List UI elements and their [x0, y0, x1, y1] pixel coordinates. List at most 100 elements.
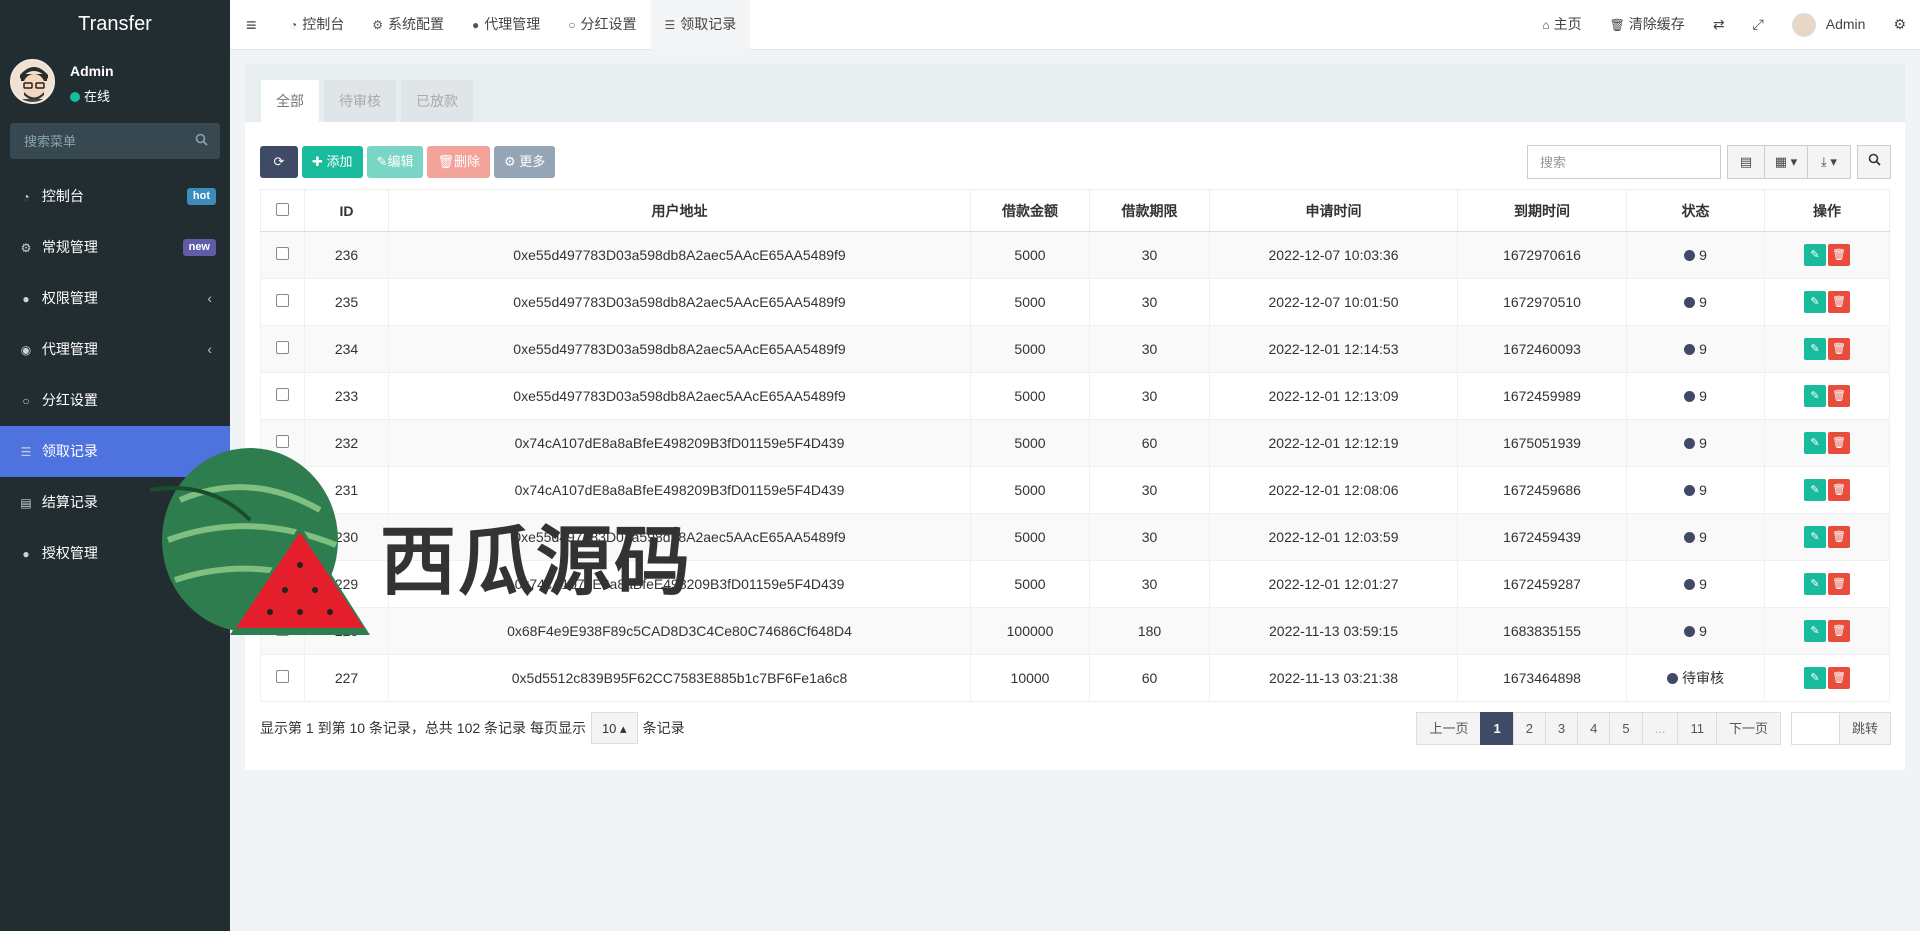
row-checkbox[interactable]: [276, 294, 289, 307]
page-jump-input[interactable]: [1790, 712, 1840, 745]
page-jump-button[interactable]: 跳转: [1838, 712, 1891, 745]
edit-row-button[interactable]: ✎: [1804, 291, 1826, 313]
select-all-checkbox[interactable]: [276, 202, 289, 216]
sidebar-item-authorization[interactable]: ● 授权管理: [0, 528, 230, 579]
tab-claims[interactable]: ☰ 领取记录: [650, 0, 751, 50]
delete-row-button[interactable]: 🗑: [1828, 385, 1850, 407]
col-due-time[interactable]: 到期时间: [1457, 189, 1627, 232]
tab-system-config[interactable]: ⚙ 系统配置: [358, 0, 458, 50]
row-checkbox[interactable]: [276, 529, 289, 542]
col-status[interactable]: 状态: [1626, 189, 1765, 232]
tab-agents[interactable]: ● 代理管理: [458, 0, 554, 50]
col-amount[interactable]: 借款金额: [970, 189, 1090, 232]
cell-id: 236: [304, 231, 389, 279]
page-button[interactable]: 2: [1512, 712, 1546, 745]
cell-actions: ✎ 🗑: [1764, 278, 1890, 326]
prev-page-button[interactable]: 上一页: [1416, 712, 1482, 745]
row-checkbox[interactable]: [276, 247, 289, 260]
table-row[interactable]: 229 0x74cA107dE8a8aBfeE498209B3fD01159e5F…: [260, 560, 1890, 608]
table-row[interactable]: 227 0x5d5512c839B95F62CC7583E885b1c7BF6Fe…: [260, 654, 1890, 702]
col-apply-time[interactable]: 申请时间: [1209, 189, 1458, 232]
edit-button[interactable]: ✎编辑: [366, 146, 424, 178]
table-row[interactable]: 236 0xe55d497783D03a598db8A2aec5AAcE65AA5…: [260, 231, 1890, 279]
tab-pending[interactable]: 待审核: [324, 80, 396, 122]
delete-button[interactable]: 🗑删除: [427, 146, 490, 178]
page-size-select[interactable]: 10 ▴: [590, 712, 638, 744]
tab-dividend[interactable]: ○ 分红设置: [554, 0, 650, 50]
sidebar-item-dashboard[interactable]: ◔ 控制台 hot: [0, 171, 230, 222]
edit-row-button[interactable]: ✎: [1804, 573, 1826, 595]
edit-row-button[interactable]: ✎: [1804, 526, 1826, 548]
row-checkbox[interactable]: [276, 623, 289, 636]
edit-row-button[interactable]: ✎: [1804, 244, 1826, 266]
delete-row-button[interactable]: 🗑: [1828, 291, 1850, 313]
edit-row-button[interactable]: ✎: [1804, 479, 1826, 501]
cell-due-time: 1672459989: [1457, 372, 1627, 420]
edit-row-button[interactable]: ✎: [1804, 385, 1826, 407]
row-checkbox[interactable]: [276, 341, 289, 354]
cell-status: 9: [1626, 560, 1765, 608]
sidebar-item-general[interactable]: ⚙ 常规管理 new: [0, 222, 230, 273]
user-menu[interactable]: Admin: [1778, 0, 1880, 50]
sidebar-item-agents[interactable]: ◉ 代理管理 ‹: [0, 324, 230, 375]
refresh-button[interactable]: ⟳: [260, 146, 298, 178]
tab-dashboard[interactable]: ◔ 控制台: [276, 0, 358, 50]
delete-row-button[interactable]: 🗑: [1828, 667, 1850, 689]
export-button[interactable]: ⤓ ▾: [1807, 145, 1851, 179]
fullscreen-icon[interactable]: ⤢: [1739, 0, 1778, 50]
delete-row-button[interactable]: 🗑: [1828, 573, 1850, 595]
columns-button[interactable]: ▦ ▾: [1764, 145, 1808, 179]
row-checkbox[interactable]: [276, 576, 289, 589]
sidebar-item-dividend[interactable]: ○ 分红设置: [0, 375, 230, 426]
page-button[interactable]: 1: [1480, 712, 1514, 745]
row-checkbox[interactable]: [276, 388, 289, 401]
table-row[interactable]: 230 0xe55d497783D03a598db8A2aec5AAcE65AA5…: [260, 513, 1890, 561]
col-term[interactable]: 借款期限: [1089, 189, 1210, 232]
home-link[interactable]: ⌂ 主页: [1528, 0, 1595, 50]
card-view-button[interactable]: ▤: [1727, 145, 1765, 179]
translate-icon[interactable]: ⇄: [1699, 0, 1739, 50]
table-row[interactable]: 231 0x74cA107dE8a8aBfeE498209B3fD01159e5F…: [260, 466, 1890, 514]
tab-all[interactable]: 全部: [261, 80, 319, 122]
col-address[interactable]: 用户地址: [388, 189, 971, 232]
brand-logo[interactable]: Transfer: [0, 0, 230, 50]
settings-icon[interactable]: ⚙: [1879, 0, 1920, 50]
table-row[interactable]: 235 0xe55d497783D03a598db8A2aec5AAcE65AA5…: [260, 278, 1890, 326]
sidebar-item-claims[interactable]: ☰ 领取记录: [0, 426, 230, 477]
row-checkbox[interactable]: [276, 435, 289, 448]
page-button[interactable]: 5: [1609, 712, 1643, 745]
table-row[interactable]: 234 0xe55d497783D03a598db8A2aec5AAcE65AA5…: [260, 325, 1890, 373]
status-label: 待审核: [1682, 670, 1724, 686]
page-button[interactable]: 4: [1577, 712, 1611, 745]
sidebar-item-settlement[interactable]: ▤ 结算记录: [0, 477, 230, 528]
delete-row-button[interactable]: 🗑: [1828, 244, 1850, 266]
clear-cache-button[interactable]: 🗑 清除缓存: [1596, 0, 1699, 50]
page-button[interactable]: 11: [1677, 712, 1717, 745]
menu-toggle-icon[interactable]: ≡: [246, 15, 257, 36]
tab-disbursed[interactable]: 已放款: [401, 80, 473, 122]
row-checkbox[interactable]: [276, 482, 289, 495]
delete-row-button[interactable]: 🗑: [1828, 338, 1850, 360]
add-button[interactable]: ✚ 添加: [302, 146, 363, 178]
delete-row-button[interactable]: 🗑: [1828, 526, 1850, 548]
edit-row-button[interactable]: ✎: [1804, 432, 1826, 454]
table-row[interactable]: 232 0x74cA107dE8a8aBfeE498209B3fD01159e5F…: [260, 419, 1890, 467]
search-icon[interactable]: [195, 133, 208, 149]
edit-row-button[interactable]: ✎: [1804, 620, 1826, 642]
table-row[interactable]: 233 0xe55d497783D03a598db8A2aec5AAcE65AA5…: [260, 372, 1890, 420]
edit-row-button[interactable]: ✎: [1804, 338, 1826, 360]
delete-row-button[interactable]: 🗑: [1828, 432, 1850, 454]
edit-row-button[interactable]: ✎: [1804, 667, 1826, 689]
sidebar-search-input[interactable]: [10, 123, 220, 159]
search-toggle-button[interactable]: [1857, 145, 1891, 179]
more-button[interactable]: ⚙ 更多: [493, 146, 556, 178]
delete-row-button[interactable]: 🗑: [1828, 479, 1850, 501]
table-search-input[interactable]: [1528, 146, 1720, 178]
row-checkbox[interactable]: [276, 670, 289, 683]
table-row[interactable]: 228 0x68F4e9E938F89c5CAD8D3C4Ce80C74686Cf…: [260, 607, 1890, 655]
page-button[interactable]: 3: [1544, 712, 1579, 745]
next-page-button[interactable]: 下一页: [1715, 712, 1781, 745]
sidebar-item-permissions[interactable]: ● 权限管理 ‹: [0, 273, 230, 324]
delete-row-button[interactable]: 🗑: [1828, 620, 1850, 642]
col-id[interactable]: ID: [304, 189, 389, 232]
